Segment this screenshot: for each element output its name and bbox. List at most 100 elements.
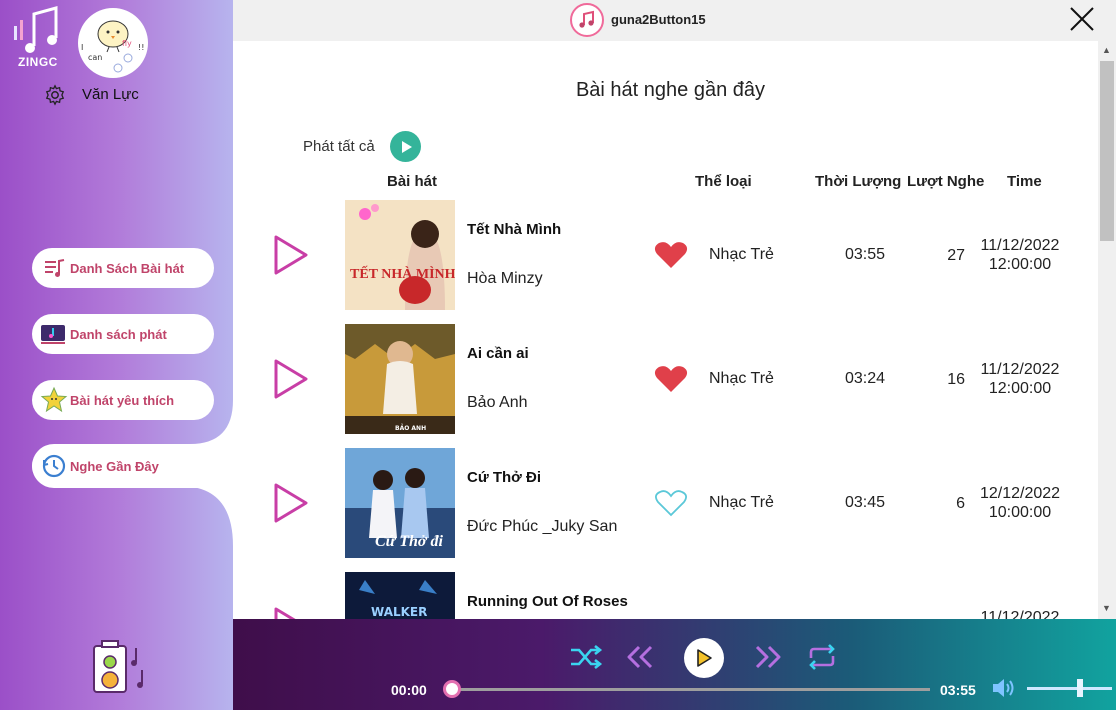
song-clock: 12:00:00 [988,380,1052,397]
song-artist: Bảo Anh [467,394,528,411]
album-cover: Cứ Thở đi [345,448,455,558]
sidebar: ZINGC I can fly !! Văn Lực Danh Sách Bài… [0,0,233,710]
music-list-icon [38,252,70,284]
table-row[interactable]: WALKER Running Out Of Roses 11/12/2022 [233,572,1098,619]
play-song-icon[interactable] [273,606,309,619]
album-cover: WALKER [345,572,455,619]
song-title[interactable]: Cứ Thở Đi [467,469,541,486]
sidebar-item-recent[interactable]: Nghe Gần Đây [32,446,214,486]
sidebar-item-label: Danh sách phát [70,326,167,342]
song-genre: Nhạc Trẻ [709,370,774,387]
album-cover: BẢO ANH [345,324,455,434]
avatar-text-fly: fly [122,39,132,48]
avatar-text-can: can [88,53,102,62]
repeat-button[interactable] [804,639,840,675]
username: Văn Lực [82,86,139,103]
progress-knob[interactable] [443,680,461,698]
recent-songs-panel: Bài hát nghe gần đây Phát tất cả Bài hát… [233,41,1098,619]
song-time: 12/12/2022 10:00:00 [970,484,1070,522]
column-header-song: Bài hát [387,173,438,190]
history-clock-icon [38,450,70,482]
avatar-text-i: I [81,43,83,52]
song-clock: 12:00:00 [988,256,1052,273]
repeat-icon [809,644,835,670]
song-date: 11/12/2022 [980,237,1060,254]
player-bar: 00:00 03:55 [233,619,1116,710]
shuffle-icon [571,644,603,670]
song-time: 11/12/2022 12:00:00 [970,236,1070,274]
vertical-scrollbar[interactable]: ▲ ▼ [1098,41,1116,619]
speaker-icon [93,640,143,693]
shuffle-button[interactable] [568,639,604,675]
play-song-icon[interactable] [273,358,309,400]
column-header-plays: Lượt Nghe [907,173,985,190]
song-artist: Hòa Minzy [467,270,543,287]
song-plays: 16 [947,371,965,388]
gear-icon[interactable] [44,84,66,106]
sidebar-item-label: Danh Sách Bài hát [70,260,185,276]
scroll-up-icon[interactable]: ▲ [1102,45,1111,55]
avatar-text-exclaim: !! [138,43,144,52]
volume-track[interactable] [1027,687,1112,690]
table-row[interactable]: Cứ Thở đi Cứ Thở Đi Đức Phúc _Juky San N… [233,448,1098,558]
cover-title-text: TẾT NHÀ MÌNH [350,265,455,282]
song-duration: 03:55 [845,246,886,263]
song-plays: 6 [956,495,965,512]
heart-filled-icon[interactable] [654,364,688,394]
active-tab-curve-bottom [180,486,233,566]
avatar[interactable]: I can fly !! [78,8,148,78]
table-row[interactable]: BẢO ANH Ai cần ai Bảo Anh Nhạc Trẻ 03:24… [233,324,1098,434]
album-cover: TẾT NHÀ MÌNH [345,200,455,310]
music-app-icon [570,3,604,37]
rewind-icon [627,645,653,669]
next-button[interactable] [750,639,786,675]
playlist-icon [38,318,70,350]
song-title[interactable]: Ai cần ai [467,345,529,362]
sidebar-item-label: Bài hát yêu thích [70,392,175,408]
song-plays: 27 [947,247,965,264]
sidebar-item-playlist[interactable]: Danh sách phát [32,314,214,354]
play-all-button[interactable] [390,131,421,162]
fast-forward-icon [755,645,781,669]
page-title: Bài hát nghe gần đây [575,79,766,101]
song-date: 12/12/2022 [979,485,1061,502]
cover-title-text: WALKER [371,605,427,619]
previous-button[interactable] [622,639,658,675]
song-time: 11/12/2022 12:00:00 [970,360,1070,398]
song-title[interactable]: Tết Nhà Mình [467,221,561,238]
column-header-genre: Thể loại [695,173,752,190]
favorite-star-icon [38,384,70,416]
scroll-down-icon[interactable]: ▼ [1102,603,1111,613]
heart-outline-icon[interactable] [654,488,688,518]
sidebar-item-song-list[interactable]: Danh Sách Bài hát [32,248,214,288]
volume-knob[interactable] [1076,679,1083,697]
volume-icon[interactable] [991,677,1015,699]
cover-title-text: Cứ Thở đi [375,533,444,550]
play-song-icon[interactable] [273,482,309,524]
song-duration: 03:24 [845,370,886,387]
column-header-time: Time [1007,173,1042,190]
progress-track[interactable] [453,688,930,691]
cover-title-text: BẢO ANH [395,424,426,432]
heart-filled-icon[interactable] [654,240,688,270]
close-icon[interactable] [1067,4,1097,34]
song-date: 11/12/2022 [980,361,1060,378]
play-icon [401,140,412,153]
song-time: 11/12/2022 [970,608,1070,619]
logo-text: ZINGC [18,55,58,69]
title-bar: guna2Button15 [233,0,1116,41]
song-title[interactable]: Running Out Of Roses [467,593,628,610]
song-genre: Nhạc Trẻ [709,494,774,511]
play-song-icon[interactable] [273,234,309,276]
current-time: 00:00 [391,682,427,698]
play-icon [697,649,712,667]
scroll-thumb[interactable] [1100,61,1114,241]
window-title: guna2Button15 [611,12,706,27]
column-header-duration: Thời Lượng [815,173,902,190]
table-row[interactable]: TẾT NHÀ MÌNH Tết Nhà Mình Hòa Minzy Nhạc… [233,200,1098,310]
sidebar-item-label: Nghe Gần Đây [70,458,159,474]
chick-avatar-icon: I can fly !! [81,20,144,73]
sidebar-item-favorites[interactable]: Bài hát yêu thích [32,380,214,420]
song-duration: 03:45 [845,494,886,511]
play-pause-button[interactable] [684,638,724,678]
